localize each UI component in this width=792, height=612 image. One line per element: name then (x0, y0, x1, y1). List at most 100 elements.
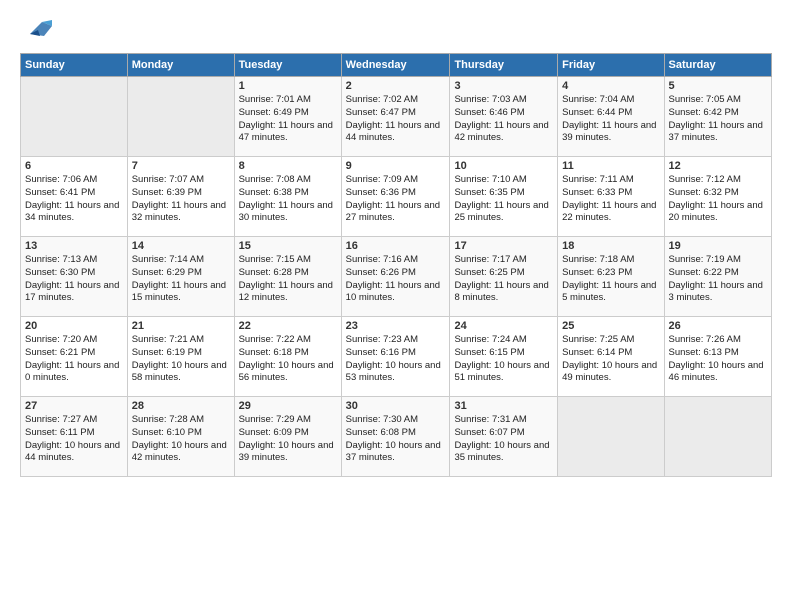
day-number: 9 (346, 160, 446, 172)
day-info: Sunrise: 7:01 AM Sunset: 6:49 PM Dayligh… (239, 94, 337, 145)
day-number: 24 (454, 320, 553, 332)
day-info: Sunrise: 7:31 AM Sunset: 6:07 PM Dayligh… (454, 414, 553, 465)
day-number: 22 (239, 320, 337, 332)
day-number: 19 (669, 240, 767, 252)
day-info: Sunrise: 7:14 AM Sunset: 6:29 PM Dayligh… (132, 254, 230, 305)
day-cell: 24 Sunrise: 7:24 AM Sunset: 6:15 PM Dayli… (450, 317, 558, 397)
day-cell: 28 Sunrise: 7:28 AM Sunset: 6:10 PM Dayli… (127, 397, 234, 477)
day-cell: 9 Sunrise: 7:09 AM Sunset: 6:36 PM Daylig… (341, 157, 450, 237)
day-cell: 5Sunrise: 7:05 AM Sunset: 6:42 PM Daylig… (664, 77, 771, 157)
day-cell: 15 Sunrise: 7:15 AM Sunset: 6:28 PM Dayli… (234, 237, 341, 317)
day-cell: 27 Sunrise: 7:27 AM Sunset: 6:11 PM Dayli… (21, 397, 128, 477)
day-number: 25 (562, 320, 659, 332)
day-number: 28 (132, 400, 230, 412)
weekday-thursday: Thursday (450, 54, 558, 77)
day-number: 29 (239, 400, 337, 412)
week-row-4: 20 Sunrise: 7:20 AM Sunset: 6:21 PM Dayli… (21, 317, 772, 397)
week-row-3: 13 Sunrise: 7:13 AM Sunset: 6:30 PM Dayli… (21, 237, 772, 317)
day-info: Sunrise: 7:30 AM Sunset: 6:08 PM Dayligh… (346, 414, 446, 465)
day-cell: 6 Sunrise: 7:06 AM Sunset: 6:41 PM Daylig… (21, 157, 128, 237)
day-number: 13 (25, 240, 123, 252)
day-cell: 11Sunrise: 7:11 AM Sunset: 6:33 PM Dayli… (558, 157, 664, 237)
day-info: Sunrise: 7:02 AM Sunset: 6:47 PM Dayligh… (346, 94, 446, 145)
day-info: Sunrise: 7:26 AM Sunset: 6:13 PM Dayligh… (669, 334, 767, 385)
day-number: 20 (25, 320, 123, 332)
day-number: 27 (25, 400, 123, 412)
day-number: 12 (669, 160, 767, 172)
day-info: Sunrise: 7:28 AM Sunset: 6:10 PM Dayligh… (132, 414, 230, 465)
day-number: 2 (346, 80, 446, 92)
day-cell: 8Sunrise: 7:08 AM Sunset: 6:38 PM Daylig… (234, 157, 341, 237)
day-number: 10 (454, 160, 553, 172)
day-info: Sunrise: 7:15 AM Sunset: 6:28 PM Dayligh… (239, 254, 337, 305)
day-info: Sunrise: 7:27 AM Sunset: 6:11 PM Dayligh… (25, 414, 123, 465)
day-cell: 16 Sunrise: 7:16 AM Sunset: 6:26 PM Dayli… (341, 237, 450, 317)
weekday-monday: Monday (127, 54, 234, 77)
day-cell (558, 397, 664, 477)
day-cell: 13 Sunrise: 7:13 AM Sunset: 6:30 PM Dayli… (21, 237, 128, 317)
weekday-friday: Friday (558, 54, 664, 77)
day-info: Sunrise: 7:29 AM Sunset: 6:09 PM Dayligh… (239, 414, 337, 465)
day-cell: 25 Sunrise: 7:25 AM Sunset: 6:14 PM Dayli… (558, 317, 664, 397)
day-cell: 31Sunrise: 7:31 AM Sunset: 6:07 PM Dayli… (450, 397, 558, 477)
day-info: Sunrise: 7:23 AM Sunset: 6:16 PM Dayligh… (346, 334, 446, 385)
day-number: 7 (132, 160, 230, 172)
day-cell: 4 Sunrise: 7:04 AM Sunset: 6:44 PM Daylig… (558, 77, 664, 157)
day-cell: 22 Sunrise: 7:22 AM Sunset: 6:18 PM Dayli… (234, 317, 341, 397)
day-cell: 23 Sunrise: 7:23 AM Sunset: 6:16 PM Dayli… (341, 317, 450, 397)
day-info: Sunrise: 7:09 AM Sunset: 6:36 PM Dayligh… (346, 174, 446, 225)
weekday-saturday: Saturday (664, 54, 771, 77)
day-cell: 2 Sunrise: 7:02 AM Sunset: 6:47 PM Daylig… (341, 77, 450, 157)
day-cell (664, 397, 771, 477)
week-row-2: 6 Sunrise: 7:06 AM Sunset: 6:41 PM Daylig… (21, 157, 772, 237)
day-number: 4 (562, 80, 659, 92)
page: SundayMondayTuesdayWednesdayThursdayFrid… (0, 0, 792, 612)
day-number: 17 (454, 240, 553, 252)
day-cell: 29 Sunrise: 7:29 AM Sunset: 6:09 PM Dayli… (234, 397, 341, 477)
day-cell (127, 77, 234, 157)
day-number: 5 (669, 80, 767, 92)
day-info: Sunrise: 7:20 AM Sunset: 6:21 PM Dayligh… (25, 334, 123, 385)
day-cell: 21Sunrise: 7:21 AM Sunset: 6:19 PM Dayli… (127, 317, 234, 397)
day-cell: 10 Sunrise: 7:10 AM Sunset: 6:35 PM Dayli… (450, 157, 558, 237)
day-number: 15 (239, 240, 337, 252)
day-cell: 3 Sunrise: 7:03 AM Sunset: 6:46 PM Daylig… (450, 77, 558, 157)
logo (20, 16, 56, 45)
day-number: 3 (454, 80, 553, 92)
weekday-sunday: Sunday (21, 54, 128, 77)
day-number: 14 (132, 240, 230, 252)
day-cell: 19 Sunrise: 7:19 AM Sunset: 6:22 PM Dayli… (664, 237, 771, 317)
day-cell: 30Sunrise: 7:30 AM Sunset: 6:08 PM Dayli… (341, 397, 450, 477)
day-number: 23 (346, 320, 446, 332)
header (20, 16, 772, 45)
calendar-table: SundayMondayTuesdayWednesdayThursdayFrid… (20, 53, 772, 477)
weekday-header-row: SundayMondayTuesdayWednesdayThursdayFrid… (21, 54, 772, 77)
day-info: Sunrise: 7:19 AM Sunset: 6:22 PM Dayligh… (669, 254, 767, 305)
day-cell: 7 Sunrise: 7:07 AM Sunset: 6:39 PM Daylig… (127, 157, 234, 237)
day-info: Sunrise: 7:06 AM Sunset: 6:41 PM Dayligh… (25, 174, 123, 225)
day-cell: 14 Sunrise: 7:14 AM Sunset: 6:29 PM Dayli… (127, 237, 234, 317)
week-row-5: 27 Sunrise: 7:27 AM Sunset: 6:11 PM Dayli… (21, 397, 772, 477)
day-info: Sunrise: 7:10 AM Sunset: 6:35 PM Dayligh… (454, 174, 553, 225)
day-info: Sunrise: 7:22 AM Sunset: 6:18 PM Dayligh… (239, 334, 337, 385)
day-info: Sunrise: 7:21 AM Sunset: 6:19 PM Dayligh… (132, 334, 230, 385)
day-info: Sunrise: 7:13 AM Sunset: 6:30 PM Dayligh… (25, 254, 123, 305)
day-info: Sunrise: 7:03 AM Sunset: 6:46 PM Dayligh… (454, 94, 553, 145)
day-info: Sunrise: 7:17 AM Sunset: 6:25 PM Dayligh… (454, 254, 553, 305)
weekday-tuesday: Tuesday (234, 54, 341, 77)
day-info: Sunrise: 7:16 AM Sunset: 6:26 PM Dayligh… (346, 254, 446, 305)
day-cell: 18Sunrise: 7:18 AM Sunset: 6:23 PM Dayli… (558, 237, 664, 317)
day-number: 6 (25, 160, 123, 172)
day-info: Sunrise: 7:08 AM Sunset: 6:38 PM Dayligh… (239, 174, 337, 225)
day-info: Sunrise: 7:11 AM Sunset: 6:33 PM Dayligh… (562, 174, 659, 225)
day-info: Sunrise: 7:18 AM Sunset: 6:23 PM Dayligh… (562, 254, 659, 305)
day-number: 16 (346, 240, 446, 252)
day-cell: 17 Sunrise: 7:17 AM Sunset: 6:25 PM Dayli… (450, 237, 558, 317)
day-number: 26 (669, 320, 767, 332)
day-info: Sunrise: 7:04 AM Sunset: 6:44 PM Dayligh… (562, 94, 659, 145)
day-info: Sunrise: 7:24 AM Sunset: 6:15 PM Dayligh… (454, 334, 553, 385)
logo-icon (24, 16, 56, 45)
day-number: 1 (239, 80, 337, 92)
day-info: Sunrise: 7:25 AM Sunset: 6:14 PM Dayligh… (562, 334, 659, 385)
day-info: Sunrise: 7:07 AM Sunset: 6:39 PM Dayligh… (132, 174, 230, 225)
